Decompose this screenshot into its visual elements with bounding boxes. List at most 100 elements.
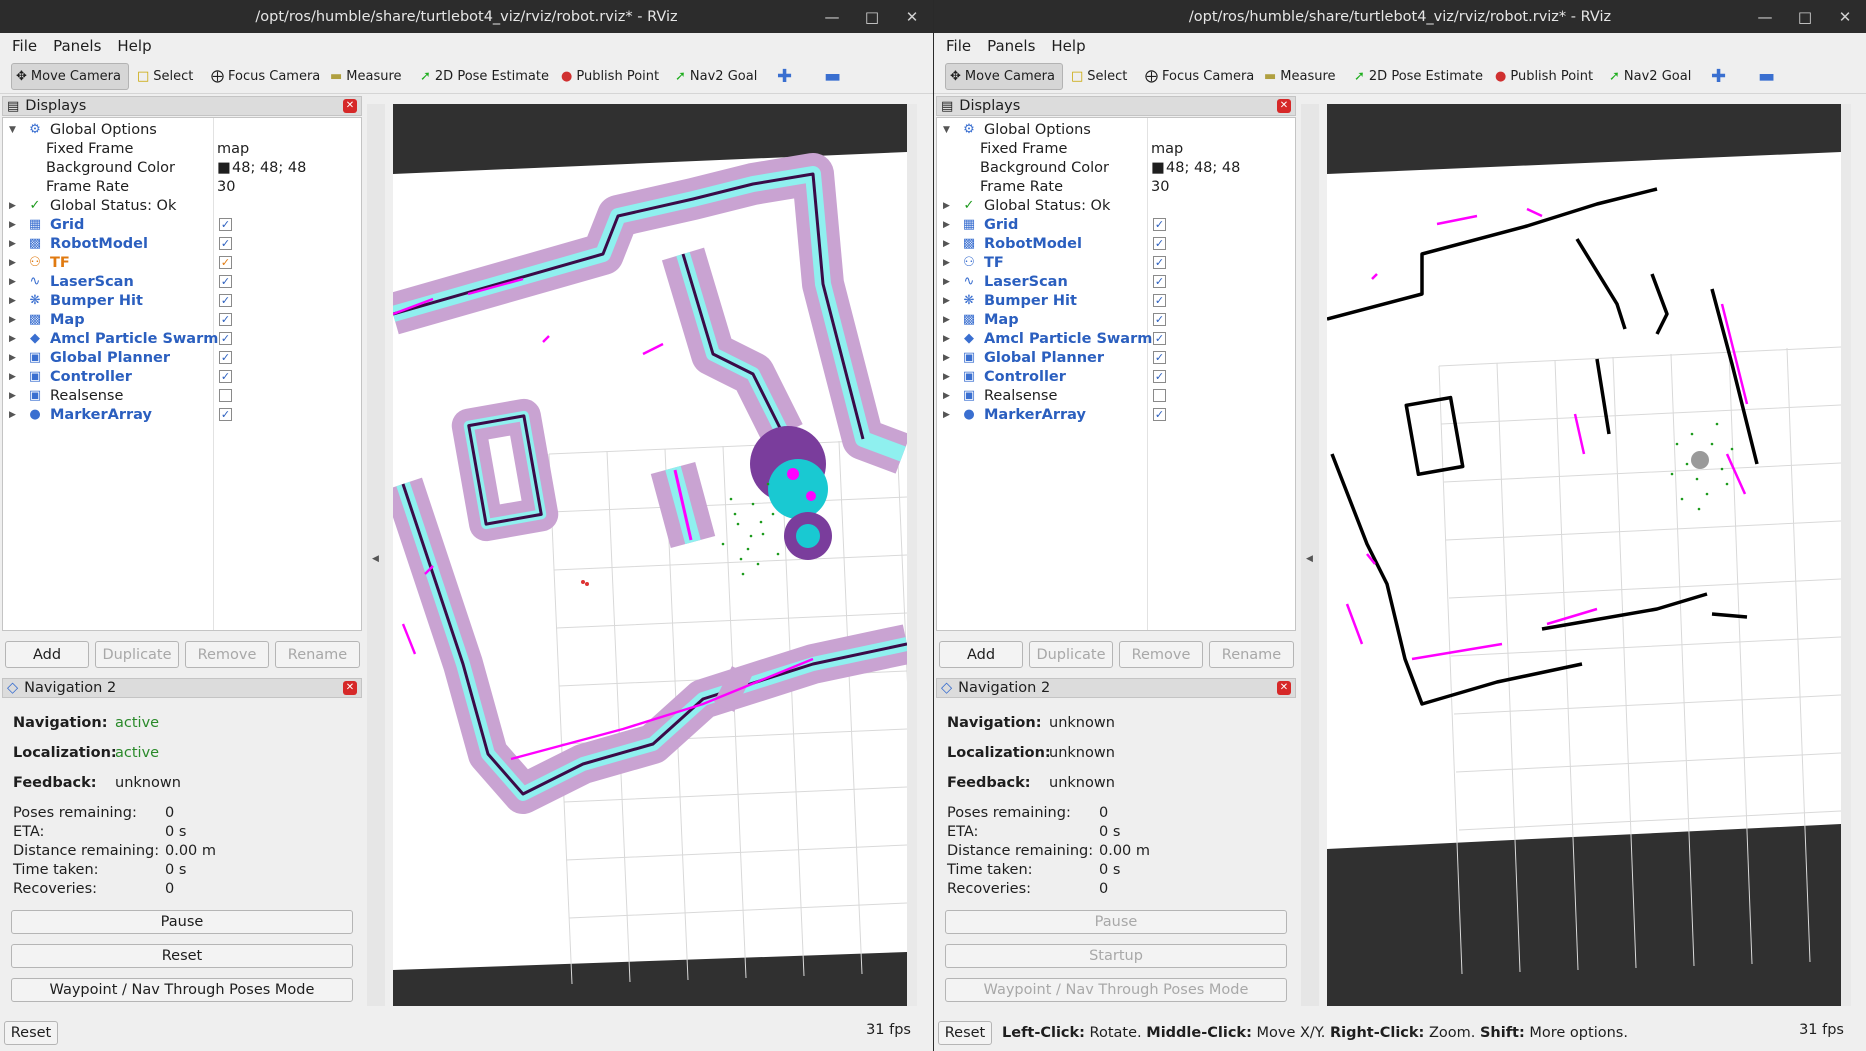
prop-value[interactable]: 48; 48; 48 bbox=[232, 160, 306, 176]
menu-help[interactable]: Help bbox=[1051, 37, 1085, 55]
display-checkbox[interactable]: ✓ bbox=[219, 256, 232, 269]
reset-nav-button[interactable]: Reset bbox=[11, 944, 353, 968]
render-viewport[interactable] bbox=[393, 104, 907, 1006]
expand-arrow-icon[interactable]: ▶ bbox=[943, 353, 950, 363]
pause-button[interactable]: Pause bbox=[11, 910, 353, 934]
expand-arrow-icon[interactable]: ▶ bbox=[9, 334, 16, 344]
remove-tool-icon[interactable]: ▬ bbox=[1754, 63, 1779, 90]
expand-arrow-icon[interactable]: ▶ bbox=[943, 410, 950, 420]
display-checkbox[interactable] bbox=[219, 389, 232, 402]
nav2-goal-tool[interactable]: ➚ Nav2 Goal bbox=[1605, 63, 1695, 90]
close-icon[interactable]: ✕ bbox=[1828, 0, 1862, 33]
expand-arrow-icon[interactable]: ▶ bbox=[943, 334, 950, 344]
expand-arrow-icon[interactable]: ▶ bbox=[943, 258, 950, 268]
expand-arrow-icon[interactable]: ▶ bbox=[943, 277, 950, 287]
collapse-left-icon[interactable]: ◀ bbox=[1306, 554, 1313, 564]
display-checkbox[interactable]: ✓ bbox=[219, 351, 232, 364]
display-checkbox[interactable]: ✓ bbox=[1153, 256, 1166, 269]
prop-value[interactable]: map bbox=[1151, 141, 1183, 157]
close-panel-icon[interactable]: ✕ bbox=[343, 681, 357, 695]
right-edge-handle[interactable] bbox=[1841, 104, 1851, 1006]
display-checkbox[interactable]: ✓ bbox=[219, 275, 232, 288]
select-tool[interactable]: □ Select bbox=[133, 63, 197, 90]
duplicate-button[interactable]: Duplicate bbox=[1029, 641, 1113, 668]
expand-arrow-icon[interactable]: ▶ bbox=[9, 277, 16, 287]
display-checkbox[interactable]: ✓ bbox=[1153, 294, 1166, 307]
menu-panels[interactable]: Panels bbox=[53, 37, 101, 55]
waypoint-mode-button[interactable]: Waypoint / Nav Through Poses Mode bbox=[945, 978, 1287, 1002]
waypoint-mode-button[interactable]: Waypoint / Nav Through Poses Mode bbox=[11, 978, 353, 1002]
display-checkbox[interactable]: ✓ bbox=[1153, 351, 1166, 364]
add-tool-icon[interactable]: ✚ bbox=[1707, 63, 1730, 90]
panel-splitter[interactable]: ◀ bbox=[1301, 104, 1319, 1006]
expand-arrow-icon[interactable]: ▶ bbox=[9, 201, 16, 211]
display-checkbox[interactable]: ✓ bbox=[219, 332, 232, 345]
display-checkbox[interactable]: ✓ bbox=[219, 408, 232, 421]
measure-tool[interactable]: ▬ Measure bbox=[1260, 63, 1340, 90]
move-camera-tool[interactable]: ✥ Move Camera bbox=[945, 63, 1063, 90]
menu-file[interactable]: File bbox=[946, 37, 971, 55]
display-checkbox[interactable]: ✓ bbox=[219, 237, 232, 250]
reset-view-button[interactable]: Reset bbox=[938, 1021, 992, 1045]
expand-arrow-icon[interactable]: ▶ bbox=[9, 315, 16, 325]
close-icon[interactable]: ✕ bbox=[895, 0, 929, 33]
remove-button[interactable]: Remove bbox=[185, 641, 269, 668]
collapse-arrow-icon[interactable]: ▼ bbox=[9, 125, 16, 135]
display-checkbox[interactable]: ✓ bbox=[1153, 313, 1166, 326]
pose-estimate-tool[interactable]: ➚ 2D Pose Estimate bbox=[1350, 63, 1487, 90]
minimize-icon[interactable]: — bbox=[815, 0, 849, 33]
startup-button[interactable]: Startup bbox=[945, 944, 1287, 968]
close-panel-icon[interactable]: ✕ bbox=[1277, 681, 1291, 695]
maximize-icon[interactable]: □ bbox=[855, 0, 889, 33]
focus-camera-tool[interactable]: ⨁ Focus Camera bbox=[1141, 63, 1258, 90]
display-checkbox[interactable]: ✓ bbox=[1153, 275, 1166, 288]
render-viewport[interactable] bbox=[1327, 104, 1841, 1006]
close-panel-icon[interactable]: ✕ bbox=[343, 99, 357, 113]
expand-arrow-icon[interactable]: ▶ bbox=[9, 353, 16, 363]
display-checkbox[interactable]: ✓ bbox=[1153, 218, 1166, 231]
expand-arrow-icon[interactable]: ▶ bbox=[943, 296, 950, 306]
menu-panels[interactable]: Panels bbox=[987, 37, 1035, 55]
remove-tool-icon[interactable]: ▬ bbox=[820, 63, 845, 90]
pause-button[interactable]: Pause bbox=[945, 910, 1287, 934]
duplicate-button[interactable]: Duplicate bbox=[95, 641, 179, 668]
collapse-arrow-icon[interactable]: ▼ bbox=[943, 125, 950, 135]
rename-button[interactable]: Rename bbox=[275, 641, 360, 668]
menu-help[interactable]: Help bbox=[117, 37, 151, 55]
menu-file[interactable]: File bbox=[12, 37, 37, 55]
expand-arrow-icon[interactable]: ▶ bbox=[943, 239, 950, 249]
expand-arrow-icon[interactable]: ▶ bbox=[943, 372, 950, 382]
right-edge-handle[interactable] bbox=[907, 104, 917, 1006]
add-button[interactable]: Add bbox=[939, 641, 1023, 668]
expand-arrow-icon[interactable]: ▶ bbox=[9, 258, 16, 268]
display-checkbox[interactable]: ✓ bbox=[219, 218, 232, 231]
reset-view-button[interactable]: Reset bbox=[4, 1021, 58, 1045]
expand-arrow-icon[interactable]: ▶ bbox=[943, 391, 950, 401]
move-camera-tool[interactable]: ✥ Move Camera bbox=[11, 63, 129, 90]
expand-arrow-icon[interactable]: ▶ bbox=[943, 315, 950, 325]
nav2-goal-tool[interactable]: ➚ Nav2 Goal bbox=[671, 63, 761, 90]
display-checkbox[interactable]: ✓ bbox=[219, 313, 232, 326]
collapse-left-icon[interactable]: ◀ bbox=[372, 554, 379, 564]
remove-button[interactable]: Remove bbox=[1119, 641, 1203, 668]
display-checkbox[interactable]: ✓ bbox=[219, 294, 232, 307]
expand-arrow-icon[interactable]: ▶ bbox=[9, 220, 16, 230]
publish-point-tool[interactable]: ● Publish Point bbox=[1491, 63, 1597, 90]
focus-camera-tool[interactable]: ⨁ Focus Camera bbox=[207, 63, 324, 90]
expand-arrow-icon[interactable]: ▶ bbox=[943, 201, 950, 211]
select-tool[interactable]: □ Select bbox=[1067, 63, 1131, 90]
expand-arrow-icon[interactable]: ▶ bbox=[943, 220, 950, 230]
prop-value[interactable]: 30 bbox=[1151, 179, 1169, 195]
prop-value[interactable]: 30 bbox=[217, 179, 235, 195]
display-checkbox[interactable] bbox=[1153, 389, 1166, 402]
display-checkbox[interactable]: ✓ bbox=[219, 370, 232, 383]
add-tool-icon[interactable]: ✚ bbox=[773, 63, 796, 90]
panel-splitter[interactable]: ◀ bbox=[367, 104, 385, 1006]
expand-arrow-icon[interactable]: ▶ bbox=[9, 296, 16, 306]
display-checkbox[interactable]: ✓ bbox=[1153, 408, 1166, 421]
publish-point-tool[interactable]: ● Publish Point bbox=[557, 63, 663, 90]
minimize-icon[interactable]: — bbox=[1748, 0, 1782, 33]
maximize-icon[interactable]: □ bbox=[1788, 0, 1822, 33]
pose-estimate-tool[interactable]: ➚ 2D Pose Estimate bbox=[416, 63, 553, 90]
expand-arrow-icon[interactable]: ▶ bbox=[9, 391, 16, 401]
